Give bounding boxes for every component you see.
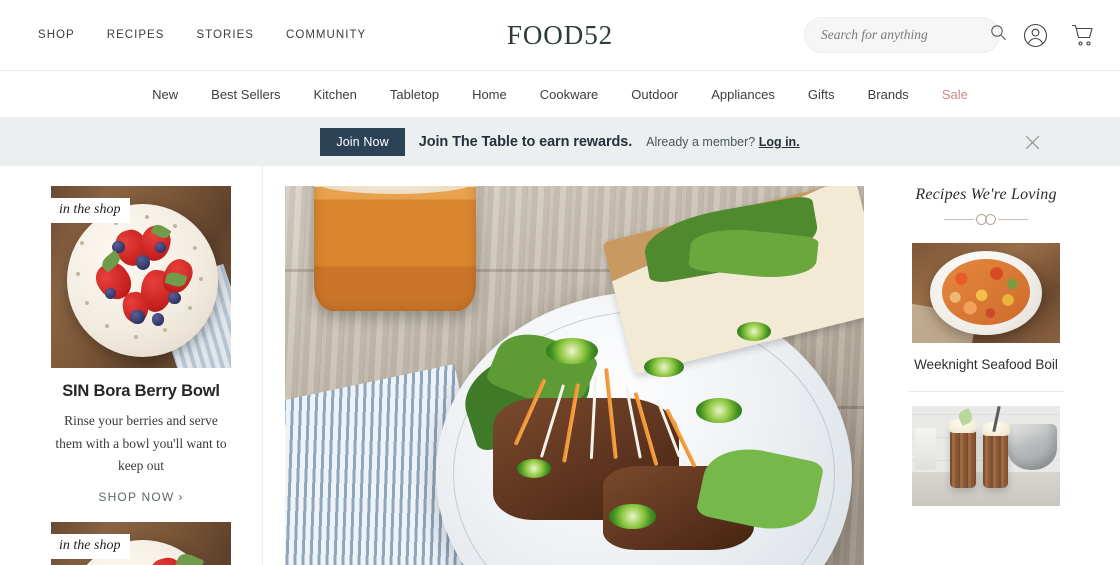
nav-link-community[interactable]: COMMUNITY (286, 29, 366, 41)
site-logo[interactable]: FOOD52 (507, 20, 613, 51)
rail-separator (908, 390, 1064, 392)
shop-now-label: SHOP NOW (98, 490, 175, 505)
primary-nav: SHOP RECIPES STORIES COMMUNITY (38, 29, 366, 41)
shop-card-image[interactable]: in the shop (51, 186, 231, 368)
subnav-item-brands[interactable]: Brands (868, 87, 909, 102)
left-sidebar: in the shop SIN Bora Berry Bowl Rinse yo… (38, 186, 244, 565)
subnav-item-appliances[interactable]: Appliances (711, 87, 775, 102)
top-header: SHOP RECIPES STORIES COMMUNITY FOOD52 (0, 0, 1120, 70)
subnav-item-home[interactable]: Home (472, 87, 507, 102)
shop-card[interactable]: in the shop SIN Bora Berry Bowl Rinse yo… (51, 186, 231, 504)
shop-now-link[interactable]: SHOP NOW › (51, 490, 231, 504)
member-prompt-text: Already a member? (646, 135, 756, 149)
food52-homepage: SHOP RECIPES STORIES COMMUNITY FOOD52 Se… (0, 0, 1120, 565)
banner-member-prompt: Already a member? Log in. (646, 135, 800, 149)
nav-link-stories[interactable]: STORIES (196, 29, 254, 41)
subnav-item-kitchen[interactable]: Kitchen (314, 87, 357, 102)
nav-link-recipes[interactable]: RECIPES (107, 29, 165, 41)
subnav-item-tabletop[interactable]: Tabletop (390, 87, 439, 102)
login-link[interactable]: Log in. (759, 135, 800, 149)
shop-card-secondary[interactable]: in the shop (51, 522, 231, 565)
subnav-item-new[interactable]: New (152, 87, 178, 102)
hero-feature[interactable] (285, 186, 864, 565)
header-actions (804, 17, 1096, 53)
search-box[interactable] (804, 17, 1006, 53)
subnav-item-cookware[interactable]: Cookware (540, 87, 599, 102)
shop-card-description: Rinse your berries and serve them with a… (55, 413, 227, 474)
rail-heading: Recipes We're Loving (915, 186, 1057, 203)
shopping-cart-icon[interactable] (1070, 22, 1096, 48)
milkshake-photo (912, 405, 1060, 506)
shop-card-title: SIN Bora Berry Bowl (62, 382, 220, 400)
search-input[interactable] (821, 27, 984, 43)
subnav-item-best-sellers[interactable]: Best Sellers (211, 87, 280, 102)
recipe-title: Weeknight Seafood Boil (914, 357, 1058, 372)
hero-photo (285, 186, 864, 565)
recipe-card[interactable] (886, 405, 1086, 506)
main-content: in the shop SIN Bora Berry Bowl Rinse yo… (0, 166, 1120, 565)
in-the-shop-tag-secondary: in the shop (51, 534, 131, 560)
subnav-item-sale[interactable]: Sale (942, 87, 968, 102)
account-icon[interactable] (1022, 22, 1048, 48)
nav-link-shop[interactable]: SHOP (38, 29, 75, 41)
column-divider (262, 166, 263, 565)
double-ring-divider-icon (886, 214, 1086, 225)
seafood-boil-photo (912, 243, 1060, 343)
shop-card-image-secondary[interactable]: in the shop (51, 522, 231, 565)
banner-message: Join The Table to earn rewards. (418, 134, 633, 150)
recipe-card[interactable]: Weeknight Seafood Boil (886, 243, 1086, 375)
subnav-item-gifts[interactable]: Gifts (808, 87, 835, 102)
close-icon[interactable] (1022, 132, 1042, 152)
rewards-banner: Join Now Join The Table to earn rewards.… (0, 118, 1120, 166)
recipe-image[interactable] (912, 243, 1060, 343)
right-sidebar: Recipes We're Loving Weeknight Seafood B… (886, 186, 1086, 565)
category-nav: New Best Sellers Kitchen Tabletop Home C… (0, 70, 1120, 118)
subnav-item-outdoor[interactable]: Outdoor (631, 87, 678, 102)
search-icon[interactable] (990, 24, 1007, 46)
recipe-image[interactable] (912, 405, 1060, 506)
chevron-right-icon: › (178, 490, 184, 505)
in-the-shop-tag: in the shop (51, 198, 131, 223)
join-now-button[interactable]: Join Now (320, 128, 405, 156)
hero-column (285, 186, 864, 565)
